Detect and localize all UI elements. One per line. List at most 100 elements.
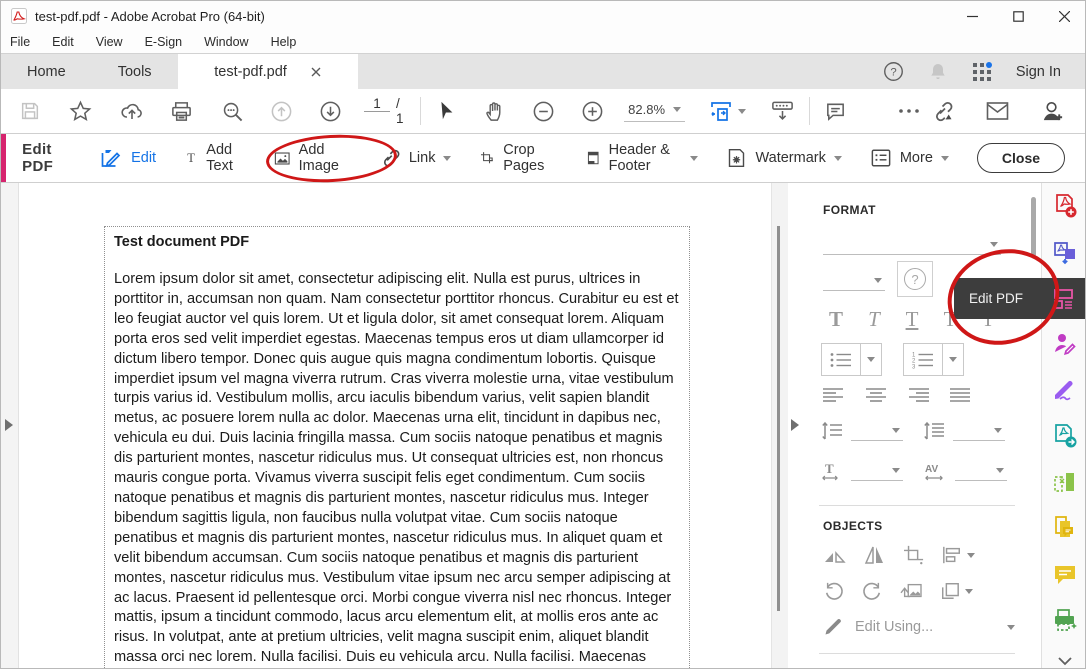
menu-file[interactable]: File xyxy=(10,35,30,49)
more-dropdown[interactable]: More xyxy=(870,148,949,168)
paragraph-spacing-dropdown[interactable] xyxy=(953,421,1005,441)
main-toolbar: / 1 82.8% xyxy=(1,89,1086,134)
chevron-down-icon xyxy=(967,553,975,558)
align-right-button[interactable] xyxy=(907,387,929,403)
organize-pages-tool-icon[interactable] xyxy=(1042,505,1086,551)
share-link-icon[interactable] xyxy=(925,95,959,127)
menu-view[interactable]: View xyxy=(96,35,123,49)
create-pdf-tool-icon[interactable] xyxy=(1042,183,1086,229)
watermark-dropdown[interactable]: Watermark xyxy=(726,147,841,169)
format-section-label: FORMAT xyxy=(823,203,876,217)
comment-tool-icon[interactable] xyxy=(1042,551,1086,597)
page-number-input[interactable] xyxy=(364,96,390,112)
format-help-button[interactable]: ? xyxy=(897,261,933,297)
numbered-list-split-button[interactable]: 123 xyxy=(903,343,964,376)
chevron-down-icon[interactable] xyxy=(860,344,881,375)
header-footer-dropdown[interactable]: Header & Footer xyxy=(586,142,698,174)
objects-section-label: OBJECTS xyxy=(823,519,882,533)
replace-image-button[interactable] xyxy=(899,581,923,601)
arrange-objects-dropdown[interactable] xyxy=(939,581,973,601)
scan-and-ocr-tool-icon[interactable] xyxy=(1042,597,1086,643)
scrolling-mode-icon[interactable] xyxy=(766,95,799,127)
font-size-dropdown[interactable] xyxy=(823,271,885,291)
pdf-text-block[interactable]: Test document PDF Lorem ipsum dolor sit … xyxy=(104,226,690,669)
collapse-right-panel-icon[interactable] xyxy=(791,419,799,431)
notifications-bell-icon[interactable] xyxy=(928,61,948,82)
tab-document-label: test-pdf.pdf xyxy=(214,64,287,80)
menu-help[interactable]: Help xyxy=(271,35,297,49)
tab-tools[interactable]: Tools xyxy=(92,54,178,89)
request-esignatures-tool-icon[interactable] xyxy=(1042,321,1086,367)
fill-and-sign-tool-icon[interactable] xyxy=(1042,367,1086,413)
menu-edit[interactable]: Edit xyxy=(52,35,74,49)
combine-files-tool-icon[interactable] xyxy=(1042,459,1086,505)
svg-text:T: T xyxy=(187,151,195,165)
more-tools-ellipsis-icon[interactable] xyxy=(893,103,925,119)
send-for-comments-tool-icon[interactable] xyxy=(1042,413,1086,459)
zoom-in-icon[interactable] xyxy=(577,96,608,127)
favorites-star-icon[interactable] xyxy=(65,96,96,127)
underline-button[interactable]: T xyxy=(893,307,931,332)
previous-page-icon[interactable] xyxy=(266,96,297,127)
bulleted-list-split-button[interactable] xyxy=(821,343,882,376)
zoom-level-dropdown[interactable]: 82.8% xyxy=(624,100,685,122)
edit-using-dropdown[interactable]: Edit Using... xyxy=(855,619,933,635)
align-objects-dropdown[interactable] xyxy=(941,545,975,565)
document-scrollbar[interactable] xyxy=(771,183,788,669)
add-text-button[interactable]: T Add Text xyxy=(184,142,246,174)
profile-avatar-icon[interactable] xyxy=(1036,95,1069,128)
comment-icon[interactable] xyxy=(820,96,851,127)
flip-vertical-button[interactable] xyxy=(823,545,847,565)
align-left-button[interactable] xyxy=(823,387,845,403)
italic-button[interactable]: T xyxy=(855,307,893,332)
svg-text:T: T xyxy=(825,461,834,476)
align-justify-button[interactable] xyxy=(949,387,971,403)
minimize-button[interactable] xyxy=(949,1,995,31)
email-icon[interactable] xyxy=(981,96,1014,126)
maximize-button[interactable] xyxy=(995,1,1041,31)
window-title: test-pdf.pdf - Adobe Acrobat Pro (64-bit… xyxy=(35,9,265,24)
line-spacing-dropdown[interactable] xyxy=(851,421,903,441)
svg-text:AV: AV xyxy=(925,464,938,475)
numbered-list-icon[interactable]: 123 xyxy=(904,344,942,375)
bold-button[interactable]: T xyxy=(817,307,855,332)
app-grid-icon[interactable] xyxy=(972,62,992,82)
select-tool-icon[interactable] xyxy=(431,96,461,126)
rotate-counterclockwise-button[interactable] xyxy=(823,581,845,601)
save-icon[interactable] xyxy=(15,96,45,126)
crop-object-button[interactable] xyxy=(903,545,925,565)
menu-window[interactable]: Window xyxy=(204,35,248,49)
document-scrollbar-thumb[interactable] xyxy=(777,226,780,611)
search-icon[interactable] xyxy=(217,96,248,127)
chevron-down-icon[interactable] xyxy=(942,344,963,375)
crop-pages-button[interactable]: Crop Pages xyxy=(479,142,558,174)
tab-close-icon[interactable] xyxy=(311,67,321,77)
next-page-icon[interactable] xyxy=(315,96,346,127)
rotate-clockwise-button[interactable] xyxy=(861,581,883,601)
hand-tool-icon[interactable] xyxy=(479,96,510,127)
close-window-button[interactable] xyxy=(1041,1,1086,31)
tab-document[interactable]: test-pdf.pdf xyxy=(178,54,358,89)
fit-width-dropdown[interactable] xyxy=(705,95,750,127)
share-cloud-icon[interactable] xyxy=(116,95,148,127)
zoom-level-value: 82.8% xyxy=(628,102,665,117)
close-edit-pdf-button[interactable]: Close xyxy=(977,143,1065,173)
font-family-dropdown[interactable] xyxy=(823,235,1001,255)
document-body-text: Lorem ipsum dolor sit amet, consectetur … xyxy=(114,270,680,669)
panel-scrollbar-thumb[interactable] xyxy=(1031,197,1036,257)
edit-button[interactable]: Edit xyxy=(98,146,156,170)
sign-in-button[interactable]: Sign In xyxy=(1016,64,1061,80)
zoom-out-icon[interactable] xyxy=(528,96,559,127)
more-tools-chevron-icon[interactable] xyxy=(1042,638,1086,669)
align-center-button[interactable] xyxy=(865,387,887,403)
expand-left-pane-icon[interactable] xyxy=(5,419,13,431)
bulleted-list-icon[interactable] xyxy=(822,344,860,375)
tab-home[interactable]: Home xyxy=(1,54,92,89)
flip-horizontal-button[interactable] xyxy=(863,545,887,565)
character-spacing-dropdown[interactable] xyxy=(955,461,1007,481)
print-icon[interactable] xyxy=(166,96,197,127)
help-icon[interactable]: ? xyxy=(883,61,904,82)
menu-esign[interactable]: E-Sign xyxy=(145,35,183,49)
pencil-icon xyxy=(823,617,843,637)
horizontal-scale-dropdown[interactable] xyxy=(851,461,903,481)
